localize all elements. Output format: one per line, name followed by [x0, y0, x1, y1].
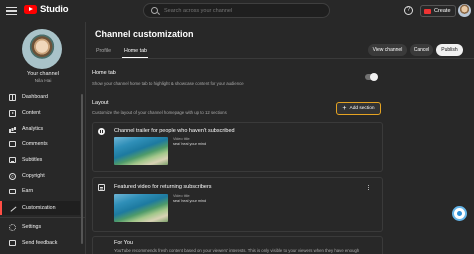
sidebar-item-label: Customization [22, 205, 56, 211]
search-icon [151, 7, 158, 14]
sidebar-item-label: Subtitles [22, 157, 43, 163]
sidebar-item-label: Earn [22, 188, 34, 194]
home-tab-description: Show your channel home tab to highlight … [92, 81, 244, 86]
sidebar-item-analytics[interactable]: Analytics [0, 122, 80, 136]
sidebar-divider [0, 217, 86, 218]
section-title: For You [114, 240, 133, 246]
sidebar-item-label: Dashboard [22, 94, 48, 100]
video-camera-icon [424, 8, 431, 14]
customization-icon [8, 204, 17, 212]
top-bar: Studio ? Create [0, 0, 474, 22]
sidebar: Your channel Nila Hai Dashboard Content … [0, 22, 86, 254]
sidebar-item-content[interactable]: Content [0, 106, 80, 120]
feedback-icon [9, 240, 16, 246]
featured-video-icon [98, 184, 105, 191]
content-icon [9, 109, 16, 117]
sidebar-item-label: Copyright [22, 173, 45, 179]
sidebar-item-send-feedback[interactable]: Send feedback [0, 236, 80, 250]
video-thumbnail[interactable] [114, 194, 168, 222]
comments-icon [9, 141, 16, 147]
subtitles-icon [9, 157, 16, 163]
section-card-trailer[interactable]: Channel trailer for people who haven't s… [92, 122, 383, 172]
sidebar-item-settings[interactable]: Settings [0, 220, 80, 234]
section-card-for-you[interactable]: For You YouTube recommends fresh content… [92, 236, 383, 254]
sidebar-item-dashboard[interactable]: Dashboard [0, 90, 80, 104]
create-label: Create [434, 8, 451, 14]
sidebar-item-customization[interactable]: Customization [0, 201, 80, 215]
sidebar-item-comments[interactable]: Comments [0, 137, 80, 151]
tab-home[interactable]: Home tab [124, 48, 147, 54]
studio-logo[interactable]: Studio [24, 4, 69, 15]
sidebar-item-label: Send feedback [22, 240, 58, 246]
channel-avatar[interactable] [22, 29, 62, 69]
section-title: Featured video for returning subscribers [114, 184, 212, 190]
dashboard-icon [9, 93, 16, 101]
video-title: sea/ heal your mind [173, 142, 207, 146]
more-options-icon[interactable] [368, 184, 370, 191]
analytics-icon [9, 126, 16, 133]
video-thumbnail[interactable] [114, 137, 168, 165]
channel-name: Nila Hai [34, 79, 52, 84]
publish-button[interactable]: Publish [436, 44, 463, 56]
layout-title: Layout [92, 100, 109, 106]
pause-icon [98, 128, 105, 135]
video-meta: Video title sea/ heal your mind [173, 194, 206, 204]
sidebar-item-label: Comments [22, 141, 48, 147]
section-description: YouTube recommends fresh content based o… [114, 248, 360, 253]
tabs-divider [86, 58, 474, 59]
sidebar-item-copyright[interactable]: © Copyright [0, 169, 80, 183]
create-button[interactable]: Create [420, 5, 456, 17]
logo-text: Studio [40, 4, 69, 15]
video-title: sea/ heal your mind [173, 199, 207, 203]
sidebar-item-subtitles[interactable]: Subtitles [0, 153, 80, 167]
add-section-label: Add section [349, 106, 375, 111]
section-title: Channel trailer for people who haven't s… [114, 128, 235, 134]
sidebar-scrollbar[interactable] [81, 94, 83, 244]
assistant-bubble-icon[interactable] [452, 206, 467, 221]
search-bar[interactable] [143, 3, 330, 18]
home-tab-title: Home tab [92, 70, 116, 76]
sidebar-item-earn[interactable]: Earn [0, 184, 80, 198]
sidebar-item-label: Content [22, 110, 41, 116]
sidebar-item-label: Analytics [22, 126, 44, 132]
account-avatar[interactable] [458, 4, 471, 17]
video-meta: Video title sea/ heal your mind [173, 137, 206, 147]
page-title: Channel customization [95, 29, 194, 39]
channel-label: Your channel [27, 71, 59, 77]
tab-profile[interactable]: Profile [96, 48, 111, 54]
view-channel-button[interactable]: View channel [368, 44, 407, 56]
search-input[interactable] [164, 7, 324, 14]
add-section-button[interactable]: + Add section [336, 102, 381, 115]
youtube-logo-icon [24, 5, 37, 14]
layout-description: Customize the layout of your channel hom… [92, 110, 227, 115]
copyright-icon: © [9, 172, 16, 180]
sidebar-item-label: Settings [22, 224, 42, 230]
home-tab-toggle[interactable] [365, 73, 378, 81]
plus-icon: + [342, 105, 347, 112]
cancel-button[interactable]: Cancel [410, 44, 433, 56]
settings-icon [9, 223, 16, 231]
menu-icon[interactable] [6, 5, 17, 16]
help-icon[interactable]: ? [404, 6, 413, 15]
section-card-featured[interactable]: Featured video for returning subscribers… [92, 177, 383, 232]
earn-icon [9, 188, 16, 195]
